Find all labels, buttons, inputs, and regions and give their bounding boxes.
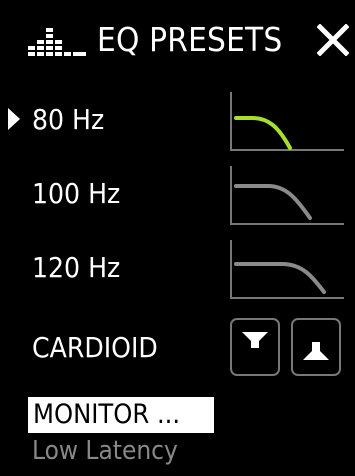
cardioid-narrow-icon xyxy=(242,332,268,348)
highcut-curve-icon xyxy=(230,166,344,225)
preset-120hz[interactable]: 120 Hz xyxy=(0,240,355,316)
cardioid-wide-button[interactable] xyxy=(291,318,341,376)
cardioid-label: CARDIOID xyxy=(32,331,158,364)
preset-100hz[interactable]: 100 Hz xyxy=(0,166,355,242)
monitor-value: Low Latency xyxy=(32,436,178,466)
preset-label: 120 Hz xyxy=(32,251,121,284)
monitor-label: MONITOR ... xyxy=(33,399,181,430)
header: EQ PRESETS xyxy=(0,0,355,80)
equalizer-icon xyxy=(28,28,86,56)
preset-label: 100 Hz xyxy=(32,177,121,210)
close-icon[interactable] xyxy=(317,24,349,56)
highcut-curve-icon xyxy=(230,240,344,299)
highcut-curve-icon xyxy=(230,92,344,151)
cardioid-wide-icon xyxy=(303,342,329,360)
cardioid-row: CARDIOID xyxy=(0,318,355,386)
page-title: EQ PRESETS xyxy=(97,20,283,59)
preset-label: 80 Hz xyxy=(32,103,105,136)
cardioid-narrow-button[interactable] xyxy=(230,318,280,376)
selection-cursor-icon xyxy=(8,108,20,130)
preset-80hz[interactable]: 80 Hz xyxy=(0,92,355,168)
